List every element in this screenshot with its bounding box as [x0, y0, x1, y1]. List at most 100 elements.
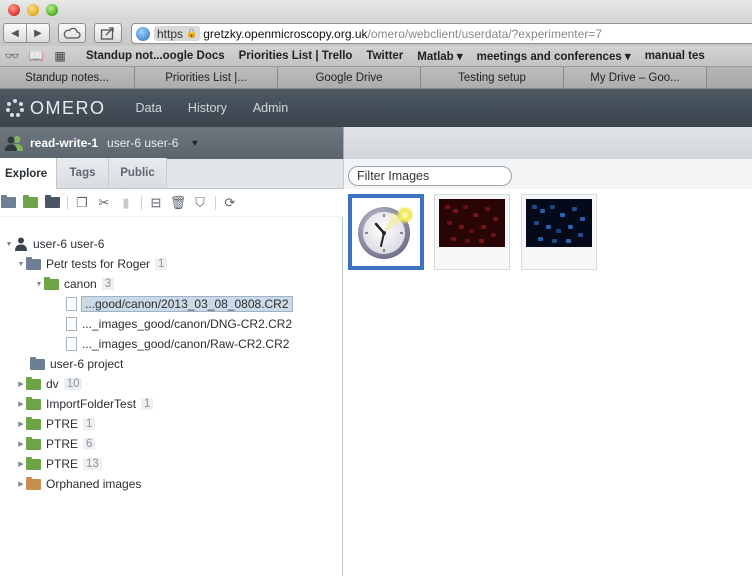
expanded-triangle-icon[interactable]: ▼ — [16, 261, 26, 268]
image-file-icon — [66, 297, 77, 311]
browser-tab-standup[interactable]: Standup notes... — [0, 67, 135, 88]
thumbnail-selected[interactable] — [348, 194, 424, 270]
forward-button[interactable]: ▶ — [26, 23, 50, 43]
dataset-folder-icon — [26, 456, 41, 470]
tree-dataset-node[interactable]: ▼ canon 3 — [34, 274, 115, 294]
bookmarks-book-icon[interactable]: 📖 — [24, 49, 48, 63]
url-host: gretzky.openmicroscopy.org.uk — [203, 26, 368, 41]
thumbnail-grid — [343, 189, 752, 576]
browser-tab-my-drive[interactable]: My Drive – Goo... — [564, 67, 707, 88]
new-project-icon[interactable] — [0, 195, 16, 210]
toolbar-divider — [141, 195, 142, 210]
paste-icon[interactable]: ▮ — [118, 195, 134, 210]
tree-user-node[interactable]: ▼ user-6 user-6 — [4, 234, 104, 254]
cloud-icon — [63, 27, 81, 39]
share-button[interactable] — [94, 23, 122, 43]
nav-history[interactable]: History — [188, 101, 227, 115]
forward-arrow-icon: ▶ — [34, 27, 42, 39]
tree-dataset-node[interactable]: ▶ PTRE 13 — [16, 454, 102, 474]
address-bar[interactable]: https 🔒 gretzky.openmicroscopy.org.uk/ome… — [131, 23, 752, 44]
collapsed-triangle-icon[interactable]: ▶ — [16, 380, 26, 388]
left-panel-tabs: Explore Tags Public — [0, 158, 343, 189]
orphaned-folder-icon — [26, 476, 41, 490]
data-tree: ▼ user-6 user-6 ▼ Petr tests for Roger 1… — [0, 217, 343, 576]
expanded-triangle-icon[interactable]: ▼ — [4, 241, 14, 248]
back-button[interactable]: ◀ — [3, 23, 27, 43]
tree-project-node[interactable]: ▼ Petr tests for Roger 1 — [16, 254, 168, 274]
dataset-folder-icon — [26, 436, 41, 450]
zoom-window-button[interactable] — [46, 4, 58, 16]
clock-loading-icon — [358, 206, 414, 259]
microscopy-thumbnail-red — [439, 199, 505, 247]
empty-basket-icon[interactable]: ⛉ — [192, 195, 208, 210]
new-dataset-icon[interactable] — [22, 195, 38, 210]
dataset-folder-icon — [26, 376, 41, 390]
microscopy-thumbnail-blue — [526, 199, 592, 247]
tree-dataset-node[interactable]: ▶ PTRE 1 — [16, 414, 96, 434]
expanded-triangle-icon[interactable]: ▼ — [34, 281, 44, 288]
browser-tab-testing-setup[interactable]: Testing setup — [421, 67, 564, 88]
user-icon — [15, 237, 27, 251]
bookmark-twitter[interactable]: Twitter — [366, 50, 403, 62]
tab-public[interactable]: Public — [109, 158, 167, 188]
center-panel-header — [343, 127, 752, 159]
top-sites-grid-icon[interactable]: ▦ — [48, 49, 72, 63]
new-screen-icon[interactable] — [44, 195, 60, 210]
minimize-window-button[interactable] — [27, 4, 39, 16]
group-switcher[interactable]: read-write-1 user-6 user-6 ▼ — [0, 127, 343, 159]
tree-dataset-node[interactable]: ▶ PTRE 6 — [16, 434, 96, 454]
group-users-icon — [5, 136, 23, 151]
omero-logo-text[interactable]: OMERO — [30, 98, 106, 119]
toolbar-divider — [67, 195, 68, 210]
collapsed-triangle-icon[interactable]: ▶ — [16, 480, 26, 488]
tree-image-node[interactable]: ..._images_good/canon/DNG-CR2.CR2 — [66, 314, 292, 334]
delete-trash-icon[interactable]: 🗑 — [170, 195, 187, 210]
bookmark-manual-tes[interactable]: manual tes — [645, 50, 705, 62]
back-arrow-icon: ◀ — [11, 27, 19, 39]
omero-header: OMERO Data History Admin — [0, 89, 752, 127]
remove-icon[interactable]: ⊟ — [148, 195, 164, 210]
tab-explore[interactable]: Explore — [0, 158, 57, 189]
browser-tab-google-drive[interactable]: Google Drive — [278, 67, 421, 88]
project-folder-icon — [26, 256, 41, 270]
tree-image-node[interactable]: ...good/canon/2013_03_08_0808.CR2 — [66, 294, 293, 314]
tree-toolbar: ❐ ✂ ▮ ⊟ 🗑 ⛉ ⟳ — [0, 189, 343, 217]
icloud-tabs-button[interactable] — [58, 23, 86, 43]
project-folder-icon — [30, 356, 45, 370]
image-file-icon — [66, 337, 77, 351]
group-name: read-write-1 — [30, 136, 99, 150]
copy-icon[interactable]: ❐ — [74, 195, 90, 210]
refresh-icon[interactable]: ⟳ — [222, 195, 238, 210]
bookmark-matlab-menu[interactable]: Matlab ▾ — [417, 49, 462, 63]
tree-orphaned-node[interactable]: ▶ Orphaned images — [16, 474, 141, 494]
bookmark-priorities-trello[interactable]: Priorities List | Trello — [239, 50, 353, 62]
omero-logo-icon — [5, 98, 25, 118]
share-icon — [100, 27, 114, 40]
browser-tab-priorities[interactable]: Priorities List |... — [135, 67, 278, 88]
thumbnail-blue-channel[interactable] — [521, 194, 597, 270]
collapsed-triangle-icon[interactable]: ▶ — [16, 460, 26, 468]
tree-dataset-node[interactable]: ▶ ImportFolderTest 1 — [16, 394, 154, 414]
globe-icon — [136, 26, 150, 41]
chevron-down-icon[interactable]: ▼ — [190, 138, 199, 148]
tree-project-node[interactable]: user-6 project — [30, 354, 123, 374]
close-window-button[interactable] — [8, 4, 20, 16]
tab-tags[interactable]: Tags — [57, 158, 109, 188]
https-badge: https 🔒 — [154, 26, 201, 41]
reading-list-icon[interactable]: 👓 — [0, 49, 24, 63]
tree-image-node[interactable]: ..._images_good/canon/Raw-CR2.CR2 — [66, 334, 289, 354]
cut-scissors-icon[interactable]: ✂ — [96, 195, 112, 210]
filter-images-input[interactable]: Filter Images — [348, 166, 512, 186]
collapsed-triangle-icon[interactable]: ▶ — [16, 440, 26, 448]
thumbnail-red-channel[interactable] — [434, 194, 510, 270]
collapsed-triangle-icon[interactable]: ▶ — [16, 400, 26, 408]
collapsed-triangle-icon[interactable]: ▶ — [16, 420, 26, 428]
window-titlebar — [0, 0, 752, 20]
bookmark-standup-notes[interactable]: Standup not...oogle Docs — [86, 50, 225, 62]
bookmark-meetings-menu[interactable]: meetings and conferences ▾ — [477, 49, 631, 63]
dataset-folder-icon — [26, 416, 41, 430]
nav-admin[interactable]: Admin — [253, 101, 288, 115]
image-file-icon — [66, 317, 77, 331]
nav-data[interactable]: Data — [136, 101, 162, 115]
tree-dataset-node[interactable]: ▶ dv 10 — [16, 374, 83, 394]
